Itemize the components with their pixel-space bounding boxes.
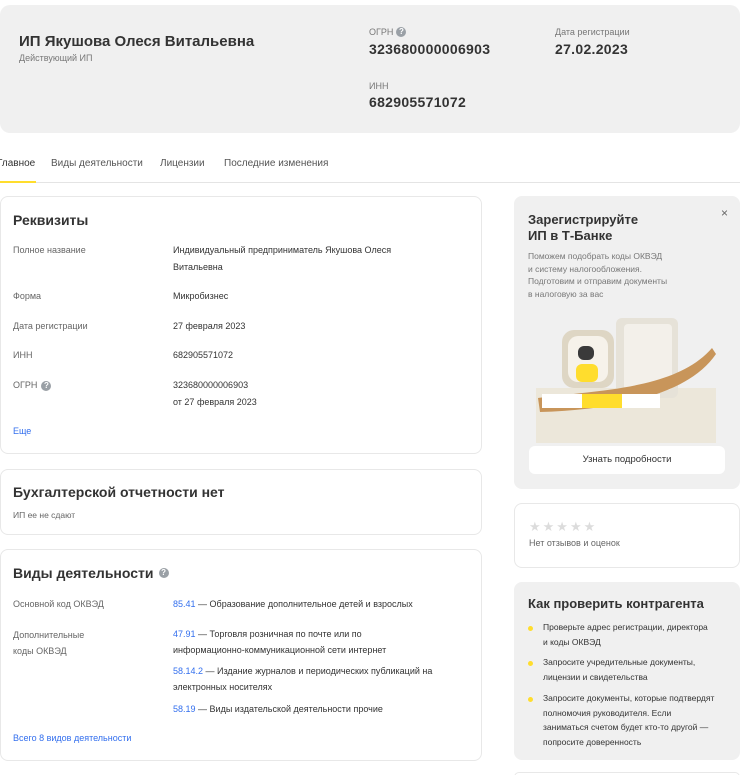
- more-link[interactable]: Еще: [13, 426, 31, 436]
- active-tab-indicator: [0, 181, 36, 183]
- tab-bar: Главное Виды деятельности Лицензии После…: [0, 150, 740, 183]
- check-counterparty-card: Как проверить контрагента Проверьте адре…: [514, 582, 740, 760]
- reg-date-row-label: Дата регистрации: [13, 321, 88, 331]
- bullet-icon: [528, 697, 533, 702]
- okved-code-link[interactable]: 47.91: [173, 629, 196, 639]
- inn-row-label: ИНН: [13, 350, 33, 360]
- reviews-text: Нет отзывов и оценок: [529, 538, 620, 548]
- okved-code-link[interactable]: 58.14.2: [173, 666, 203, 676]
- check-item: Проверьте адрес регистрации, директора и…: [543, 622, 708, 647]
- reg-date-label: Дата регистрации: [555, 27, 630, 37]
- requisites-card: Реквизиты Полное название Индивидуальный…: [0, 196, 482, 454]
- company-header: ИП Якушова Олеся Витальевна Действующий …: [0, 5, 740, 133]
- accounting-title: Бухгалтерской отчетности нет: [13, 484, 225, 500]
- full-name-label: Полное название: [13, 245, 86, 255]
- help-icon[interactable]: ?: [41, 380, 52, 391]
- okved-code-link[interactable]: 58.19: [173, 704, 196, 714]
- ogrn-value: 323680000006903: [369, 41, 491, 57]
- form-label: Форма: [13, 291, 42, 301]
- help-icon[interactable]: ?: [158, 568, 169, 578]
- tab-main[interactable]: Главное: [0, 158, 35, 169]
- inn-value: 682905571072: [369, 94, 467, 110]
- promo-illustration: [536, 318, 716, 443]
- company-name: ИП Якушова Олеся Витальевна: [19, 33, 255, 50]
- activities-title: Виды деятельности ?: [13, 565, 169, 581]
- additional-okved-label: Дополнительные коды ОКВЭД: [13, 630, 85, 656]
- learn-more-button[interactable]: Узнать подробности: [529, 446, 725, 474]
- bullet-icon: [528, 661, 533, 666]
- ogrn-row-value: 323680000006903 от 27 февраля 2023: [173, 380, 257, 407]
- company-status: Действующий ИП: [19, 53, 93, 63]
- form-value: Микробизнес: [173, 291, 229, 301]
- main-okved: 85.41 — Образование дополнительное детей…: [173, 599, 413, 609]
- requisites-title: Реквизиты: [13, 212, 89, 228]
- additional-okved-item: 58.14.2 — Издание журналов и периодическ…: [173, 666, 433, 692]
- additional-okved-item: 58.19 — Виды издательской деятельности п…: [173, 704, 383, 714]
- reviews-card: ★★★★★ Нет отзывов и оценок: [514, 503, 740, 568]
- full-name-value: Индивидуальный предприниматель Якушова О…: [173, 245, 392, 272]
- ogrn-label: ОГРН ?: [369, 27, 407, 37]
- main-okved-label: Основной код ОКВЭД: [13, 599, 104, 609]
- inn-row-value: 682905571072: [173, 350, 234, 360]
- rating-stars-icon: ★★★★★: [529, 519, 598, 534]
- check-title: Как проверить контрагента: [528, 596, 704, 611]
- reg-date-value: 27.02.2023: [555, 41, 629, 57]
- accounting-subtitle: ИП ее не сдают: [13, 510, 76, 520]
- check-item: Запросите документы, которые подтвердят …: [543, 693, 715, 747]
- accounting-card: Бухгалтерской отчетности нет ИП ее не сд…: [0, 469, 482, 535]
- okved-code-link[interactable]: 85.41: [173, 599, 196, 609]
- ogrn-row-label: ОГРН ?: [13, 378, 52, 393]
- tab-licenses[interactable]: Лицензии: [160, 158, 205, 169]
- promo-banner: × Зарегистрируйте ИП в Т-Банке Поможем п…: [514, 196, 740, 489]
- inn-label: ИНН: [369, 81, 389, 91]
- bullet-icon: [528, 626, 533, 631]
- tab-activities[interactable]: Виды деятельности: [51, 158, 143, 169]
- help-icon[interactable]: ?: [396, 27, 407, 37]
- tab-recent-changes[interactable]: Последние изменения: [224, 158, 328, 169]
- reg-date-row-value: 27 февраля 2023: [173, 321, 246, 331]
- activities-card: Виды деятельности ? Основной код ОКВЭД 8…: [0, 549, 482, 761]
- additional-okved-item: 47.91 — Торговля розничная по почте или …: [173, 629, 387, 655]
- promo-title: Зарегистрируйте ИП в Т-Банке: [528, 212, 639, 243]
- promo-text: Поможем подобрать коды ОКВЭД и систему н…: [528, 251, 668, 299]
- all-activities-link[interactable]: Всего 8 видов деятельности: [13, 733, 131, 743]
- check-item: Запросите учредительные документы, лицен…: [543, 657, 696, 682]
- close-icon[interactable]: ×: [721, 206, 728, 220]
